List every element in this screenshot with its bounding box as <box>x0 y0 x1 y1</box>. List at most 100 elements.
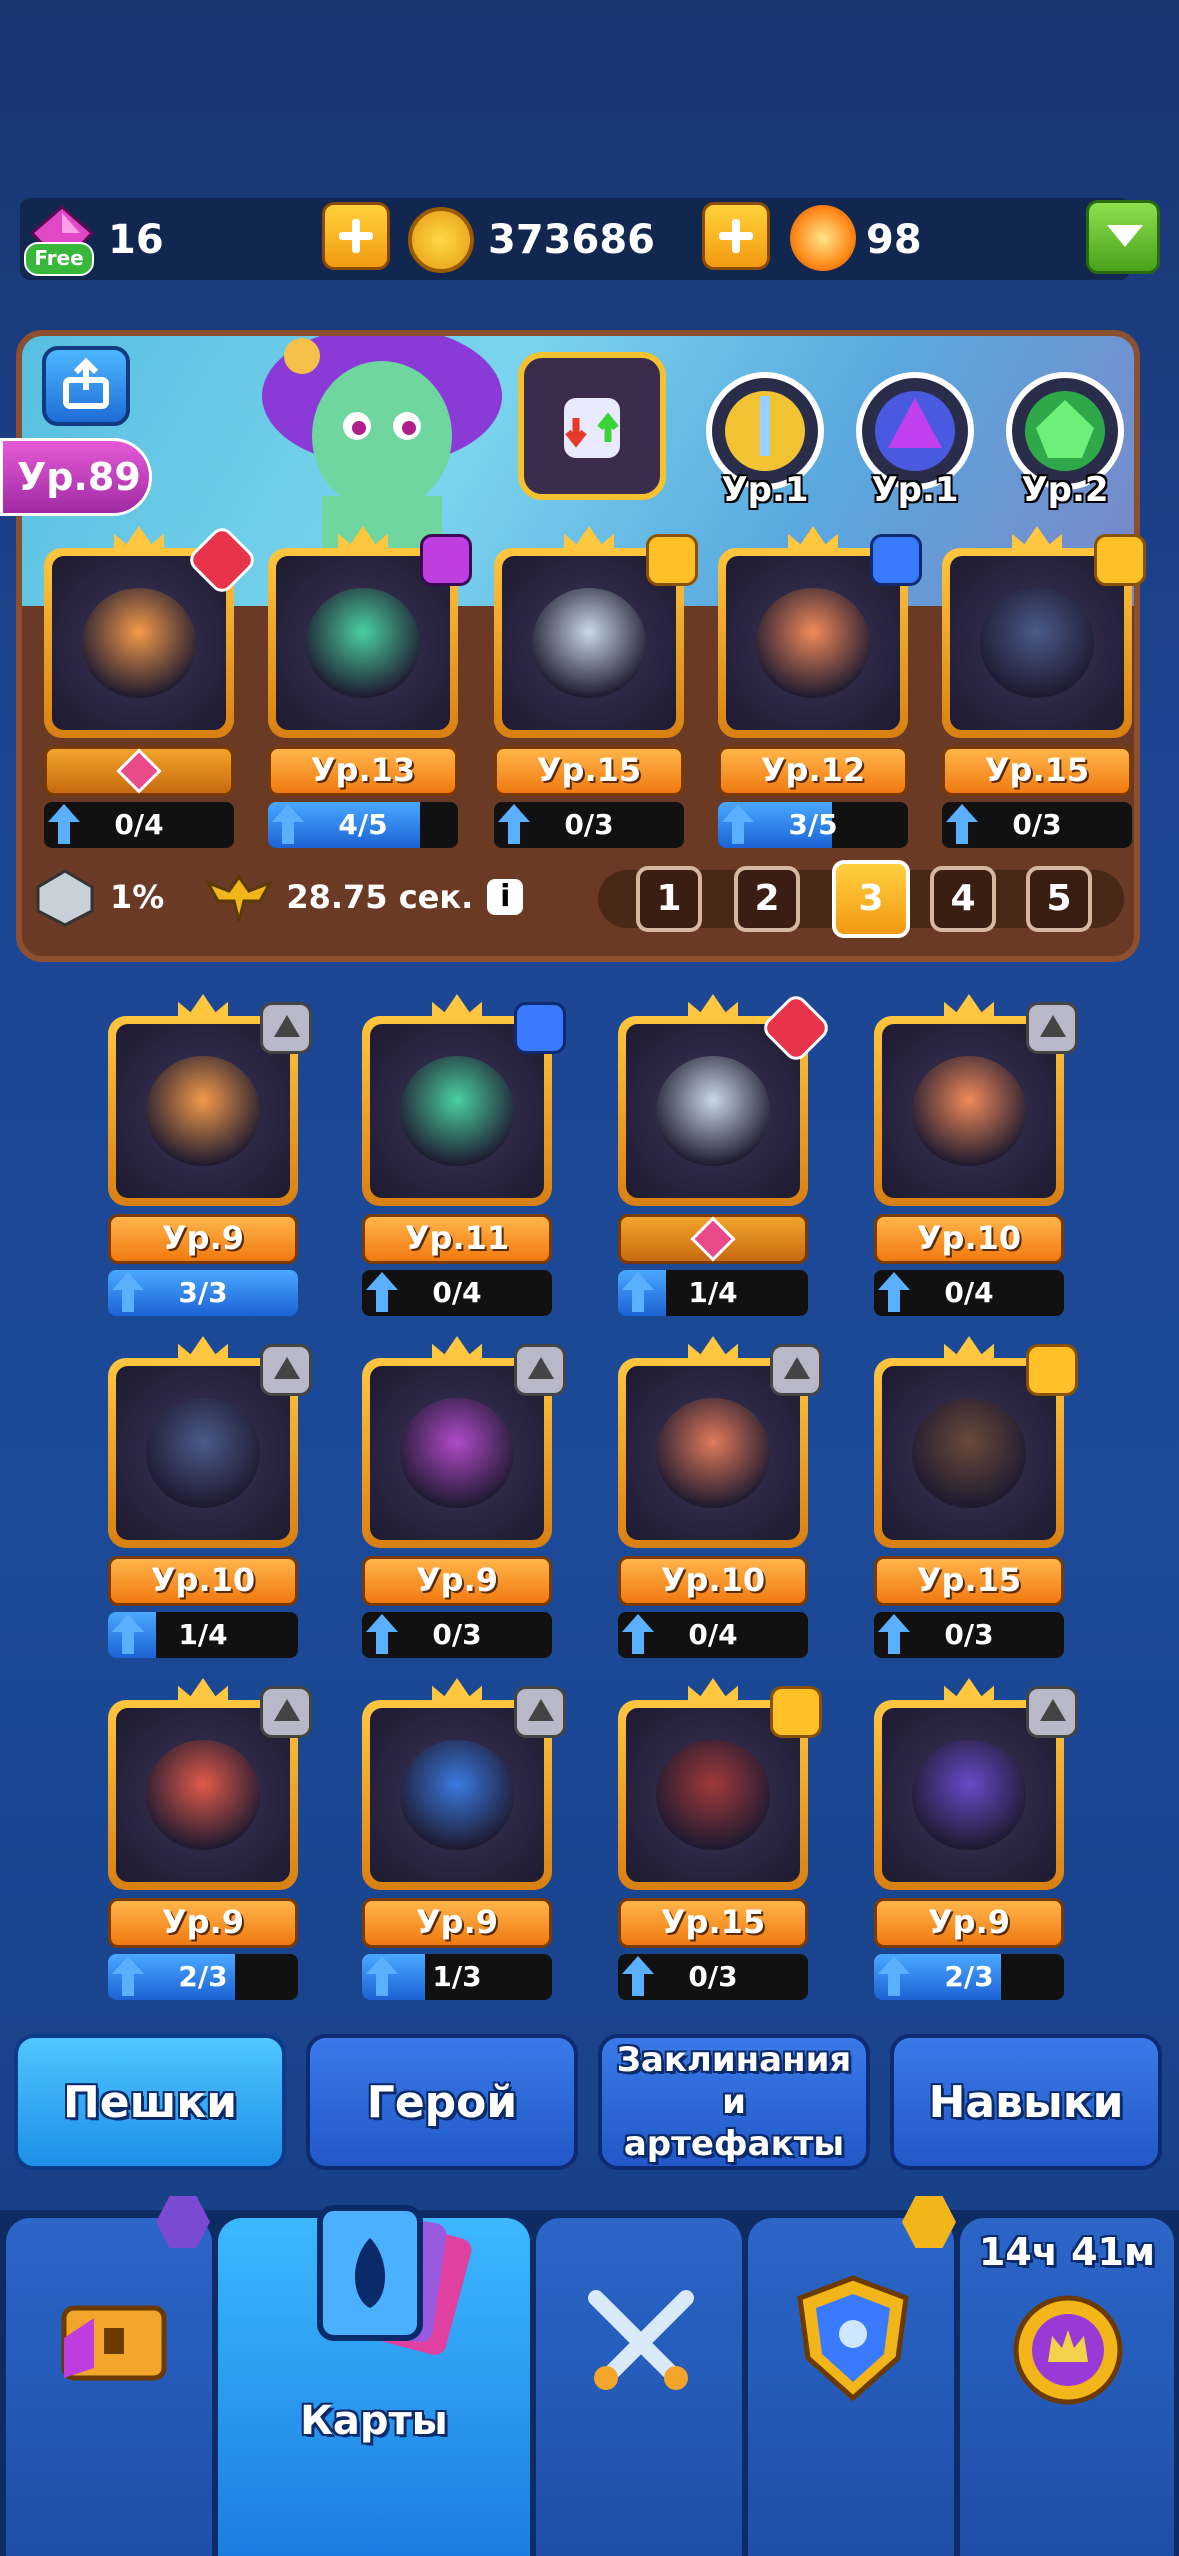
energy-orb-icon <box>790 205 856 271</box>
gems-count: 16 <box>108 217 164 263</box>
upgrade-arrow-icon <box>878 1272 910 1312</box>
page-button-5[interactable]: 5 <box>1026 866 1092 932</box>
upgrade-arrow-icon <box>878 1956 910 1996</box>
share-icon <box>63 357 109 409</box>
upgrade-arrow-icon <box>622 1272 654 1312</box>
upgrade-arrow-icon <box>112 1614 144 1654</box>
nav-cards-label: Карты <box>300 2398 448 2444</box>
card-level: Ур.9 <box>362 1898 552 1948</box>
helmet-icon <box>1025 391 1105 471</box>
unit-portrait <box>82 588 196 698</box>
unit-portrait <box>656 1398 770 1508</box>
upgrade-arrow-icon <box>498 804 530 844</box>
skill-1-level: Ур.1 <box>721 470 809 510</box>
unit-portrait <box>306 588 420 698</box>
upgrade-arrow-icon <box>112 1272 144 1312</box>
card-level: Ур.10 <box>108 1556 298 1606</box>
dropdown-button[interactable] <box>1086 200 1160 274</box>
card-level: Ур.12 <box>718 746 908 796</box>
time-value: 28.75 сек. <box>286 878 474 916</box>
page-button-1[interactable]: 1 <box>636 866 702 932</box>
card-level: Ур.10 <box>874 1214 1064 1264</box>
card-corner-badge-icon <box>514 1686 566 1738</box>
unit-portrait <box>912 1740 1026 1850</box>
tab-spells-artifacts[interactable]: Заклинания и артефакты <box>598 2034 870 2170</box>
card-corner-badge-icon <box>770 1344 822 1396</box>
upgrade-arrow-icon <box>622 1614 654 1654</box>
clan-shield-icon <box>797 2275 909 2402</box>
nav-battle[interactable] <box>536 2218 742 2556</box>
card-corner-badge-icon <box>1094 534 1146 586</box>
upgrade-arrow-icon <box>366 1956 398 1996</box>
potion-icon <box>564 398 620 458</box>
card-corner-badge-icon <box>646 534 698 586</box>
info-icon[interactable]: i <box>487 879 524 915</box>
unit-portrait <box>532 588 646 698</box>
card-corner-badge-icon <box>514 1002 566 1054</box>
share-button[interactable] <box>42 346 130 426</box>
wizard-icon <box>875 391 955 471</box>
card-level: Ур.9 <box>362 1556 552 1606</box>
unit-portrait <box>912 1056 1026 1166</box>
chest-icon <box>61 2305 167 2381</box>
card-level: Ур.13 <box>268 746 458 796</box>
potion-slot[interactable] <box>518 352 666 500</box>
upgrade-arrow-icon <box>112 1956 144 1996</box>
deck-stats: 1% 28.75 сек. i <box>30 862 524 932</box>
crit-icon <box>36 869 94 927</box>
unit-portrait <box>400 1056 514 1166</box>
energy-count: 98 <box>866 217 922 263</box>
unit-portrait <box>400 1740 514 1850</box>
event-timer: 14ч 41м <box>978 2230 1156 2274</box>
nav-shop[interactable] <box>6 2218 212 2556</box>
card-level: Ур.9 <box>108 1214 298 1264</box>
card-level: Ур.10 <box>618 1556 808 1606</box>
card-corner-badge-icon <box>1026 1002 1078 1054</box>
upgrade-arrow-icon <box>722 804 754 844</box>
unit-portrait <box>980 588 1094 698</box>
unit-portrait <box>756 588 870 698</box>
unit-portrait <box>656 1056 770 1166</box>
card-level <box>44 746 234 796</box>
sword-icon <box>725 391 805 471</box>
free-badge: Free <box>24 242 94 276</box>
skill-2-level: Ур.1 <box>871 470 959 510</box>
tab-skills[interactable]: Навыки <box>890 2034 1162 2170</box>
card-level: Ур.15 <box>494 746 684 796</box>
crit-value: 1% <box>110 878 165 916</box>
page-button-3[interactable]: 3 <box>832 860 910 938</box>
upgrade-arrow-icon <box>366 1272 398 1312</box>
upgrade-arrow-icon <box>366 1614 398 1654</box>
player-level-badge[interactable]: Ур.89 <box>0 438 152 516</box>
nav-event[interactable]: 14ч 41м <box>960 2218 1174 2556</box>
eagle-icon <box>205 874 274 922</box>
add-gems-button[interactable] <box>322 202 390 270</box>
page-button-4[interactable]: 4 <box>930 866 996 932</box>
crossed-swords-icon <box>588 2290 694 2390</box>
coins-count: 373686 <box>488 217 655 263</box>
add-coins-button[interactable] <box>702 202 770 270</box>
coin-icon <box>408 207 474 273</box>
card-corner-badge-icon <box>770 1686 822 1738</box>
upgrade-arrow-icon <box>272 804 304 844</box>
card-corner-badge-icon <box>260 1344 312 1396</box>
unit-portrait <box>146 1740 260 1850</box>
card-level: Ур.9 <box>874 1898 1064 1948</box>
card-corner-badge-icon <box>260 1686 312 1738</box>
card-corner-badge-icon <box>514 1344 566 1396</box>
cards-icon <box>317 2205 472 2355</box>
card-level: Ур.15 <box>942 746 1132 796</box>
card-level <box>618 1214 808 1264</box>
unit-portrait <box>656 1740 770 1850</box>
laurel-crown-icon <box>1013 2295 1123 2405</box>
unit-portrait <box>912 1398 1026 1508</box>
tab-pawns[interactable]: Пешки <box>14 2034 286 2170</box>
card-corner-badge-icon <box>420 534 472 586</box>
page-button-2[interactable]: 2 <box>734 866 800 932</box>
nav-clan[interactable] <box>748 2218 954 2556</box>
card-corner-badge-icon <box>1026 1686 1078 1738</box>
nav-cards[interactable]: Карты <box>218 2205 530 2556</box>
card-corner-badge-icon <box>260 1002 312 1054</box>
tab-hero[interactable]: Герой <box>306 2034 578 2170</box>
unit-portrait <box>146 1398 260 1508</box>
